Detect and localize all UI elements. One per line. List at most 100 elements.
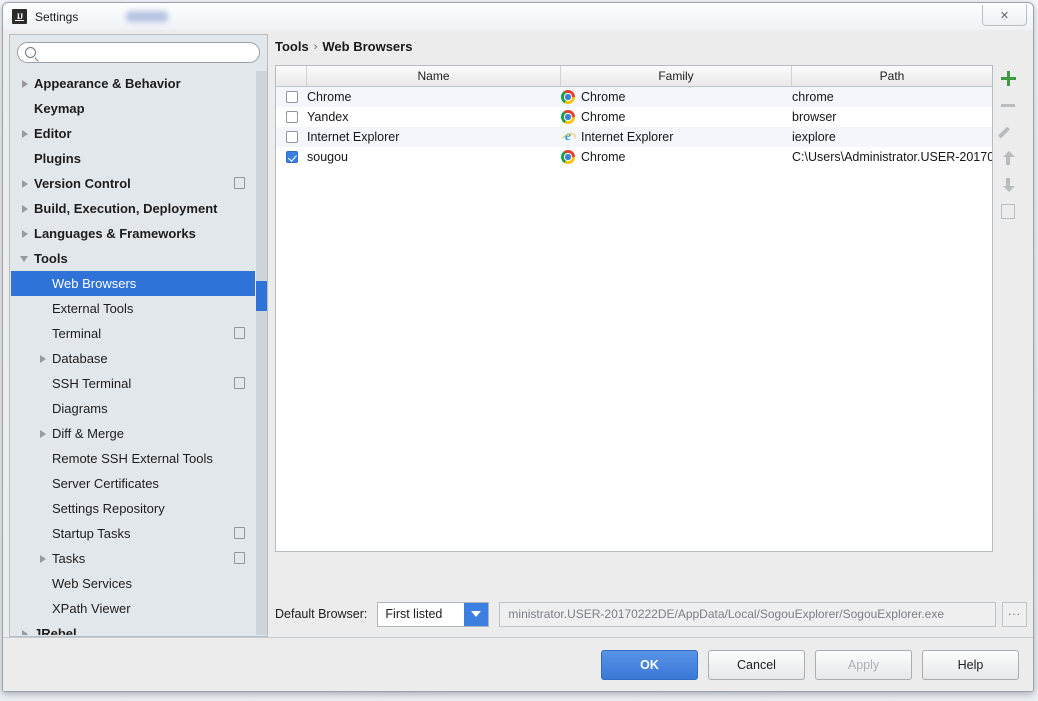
cell-path[interactable]: C:\Users\Administrator.USER-201702… — [792, 147, 992, 167]
chevron-right-icon[interactable] — [19, 627, 32, 635]
sidebar-item-tasks[interactable]: Tasks — [11, 546, 255, 571]
table-row[interactable]: Internet Explorer e Internet Explorer iexpl… — [276, 127, 992, 147]
chrome-icon — [561, 150, 575, 164]
chevron-right-icon[interactable] — [19, 127, 32, 140]
close-icon[interactable]: ✕ — [982, 5, 1027, 26]
sidebar-item-editor[interactable]: Editor — [11, 121, 255, 146]
cancel-button[interactable]: Cancel — [708, 649, 805, 680]
sidebar-scrollbar[interactable] — [256, 71, 267, 635]
cell-name[interactable]: Yandex — [307, 107, 561, 127]
sidebar-item-label: Diagrams — [52, 401, 108, 416]
sidebar-item-jrebel[interactable]: JRebel — [11, 621, 255, 635]
sidebar-scrollbar-thumb[interactable] — [256, 281, 267, 311]
row-checkbox[interactable] — [285, 91, 298, 103]
column-header-checkbox[interactable] — [276, 66, 307, 86]
cell-family[interactable]: e Internet Explorer — [561, 127, 792, 147]
edit-browser-button[interactable] — [995, 118, 1021, 145]
row-checkbox-cell[interactable] — [276, 107, 307, 127]
row-checkbox-cell[interactable] — [276, 147, 307, 167]
sidebar-item-label: Tools — [34, 251, 68, 266]
add-browser-button[interactable] — [995, 65, 1021, 92]
sidebar-item-label: Tasks — [52, 551, 86, 566]
sidebar-item-web-services[interactable]: Web Services — [11, 571, 255, 596]
settings-dialog: IJ Settings ✕ Appearance & Behavior Keyma… — [2, 2, 1034, 692]
move-down-button[interactable] — [995, 172, 1021, 199]
row-checkbox-cell[interactable] — [276, 127, 307, 147]
cell-name[interactable]: Internet Explorer — [307, 127, 561, 147]
sidebar-item-settings-repository[interactable]: Settings Repository — [11, 496, 255, 521]
row-checkbox[interactable] — [285, 151, 298, 163]
main-pane: Tools › Web Browsers Name Family Path Chro… — [275, 34, 1027, 597]
default-browser-selected-value: First listed — [385, 607, 443, 621]
sidebar-item-database[interactable]: Database — [11, 346, 255, 371]
sidebar-item-tools[interactable]: Tools — [11, 246, 255, 271]
move-up-button[interactable] — [995, 145, 1021, 172]
sidebar-item-diagrams[interactable]: Diagrams — [11, 396, 255, 421]
cell-family[interactable]: Chrome — [561, 147, 792, 167]
sidebar-item-xpath-viewer[interactable]: XPath Viewer — [11, 596, 255, 621]
chevron-right-icon[interactable] — [19, 177, 32, 190]
help-button[interactable]: Help — [922, 649, 1019, 680]
sidebar-item-languages-frameworks[interactable]: Languages & Frameworks — [11, 221, 255, 246]
sidebar-item-version-control[interactable]: Version Control — [11, 171, 255, 196]
sidebar-item-label: Web Services — [52, 576, 132, 591]
sidebar-item-plugins[interactable]: Plugins — [11, 146, 255, 171]
ok-button[interactable]: OK — [601, 649, 698, 680]
table-toolbar — [995, 65, 1021, 225]
chevron-right-icon[interactable] — [37, 427, 50, 440]
sidebar-item-label: Keymap — [34, 101, 85, 116]
table-row[interactable]: sougou Chrome C:\Users\Administrator.USER-… — [276, 147, 992, 167]
column-header-family[interactable]: Family — [561, 66, 792, 86]
sidebar-item-external-tools[interactable]: External Tools — [11, 296, 255, 321]
row-checkbox-cell[interactable] — [276, 87, 307, 107]
copy-browser-button[interactable] — [995, 198, 1021, 225]
row-checkbox[interactable] — [285, 111, 298, 123]
sidebar-item-label: Remote SSH External Tools — [52, 451, 213, 466]
chevron-right-icon[interactable] — [19, 227, 32, 240]
close-glyph: ✕ — [999, 9, 1010, 22]
cell-path[interactable]: browser — [792, 107, 992, 127]
cell-name[interactable]: Chrome — [307, 87, 561, 107]
sidebar-item-label: Settings Repository — [52, 501, 165, 516]
column-header-name[interactable]: Name — [307, 66, 561, 86]
search-input[interactable] — [17, 42, 260, 63]
cell-family[interactable]: Chrome — [561, 107, 792, 127]
table-row[interactable]: Chrome Chrome chrome — [276, 87, 992, 107]
default-browser-path-input[interactable]: ministrator.USER-20170222DE/AppData/Loca… — [499, 601, 996, 627]
sidebar-item-appearance-behavior[interactable]: Appearance & Behavior — [11, 71, 255, 96]
cell-name[interactable]: sougou — [307, 147, 561, 167]
cell-path[interactable]: iexplore — [792, 127, 992, 147]
sidebar-item-startup-tasks[interactable]: Startup Tasks — [11, 521, 255, 546]
browse-path-button[interactable]: ... — [1002, 601, 1027, 627]
chevron-down-icon[interactable] — [464, 602, 489, 626]
sidebar-item-label: Terminal — [52, 326, 102, 341]
row-checkbox[interactable] — [285, 131, 298, 143]
column-header-path[interactable]: Path — [792, 66, 992, 86]
chevron-right-icon[interactable] — [19, 77, 32, 90]
breadcrumb-root[interactable]: Tools — [275, 39, 309, 54]
sidebar-item-web-browsers[interactable]: Web Browsers — [11, 271, 255, 296]
sidebar-item-label: Plugins — [34, 151, 81, 166]
chevron-down-icon[interactable] — [19, 252, 32, 265]
sidebar-item-remote-ssh-external-tools[interactable]: Remote SSH External Tools — [11, 446, 255, 471]
chevron-right-icon[interactable] — [37, 552, 50, 565]
default-browser-select[interactable]: First listed — [377, 601, 490, 627]
sidebar-item-diff-merge[interactable]: Diff & Merge — [11, 421, 255, 446]
sidebar-item-build-execution-deployment[interactable]: Build, Execution, Deployment — [11, 196, 255, 221]
search-field-wrap[interactable] — [17, 42, 260, 63]
dialog-footer: OK Cancel Apply Help — [3, 637, 1033, 691]
sidebar-item-server-certificates[interactable]: Server Certificates — [11, 471, 255, 496]
table-row[interactable]: Yandex Chrome browser — [276, 107, 992, 127]
sidebar-item-ssh-terminal[interactable]: SSH Terminal — [11, 371, 255, 396]
chevron-right-icon[interactable] — [37, 352, 50, 365]
cell-path[interactable]: chrome — [792, 87, 992, 107]
remove-browser-button[interactable] — [995, 92, 1021, 119]
sidebar-item-keymap[interactable]: Keymap — [11, 96, 255, 121]
sidebar-item-terminal[interactable]: Terminal — [11, 321, 255, 346]
arrow-up-icon — [1002, 151, 1015, 166]
sidebar-item-label: Diff & Merge — [52, 426, 125, 441]
sidebar-item-label: Build, Execution, Deployment — [34, 201, 218, 216]
chevron-right-icon[interactable] — [19, 202, 32, 215]
table-body: Chrome Chrome chrome Yandex Chrome browser Int… — [276, 87, 992, 167]
cell-family[interactable]: Chrome — [561, 87, 792, 107]
